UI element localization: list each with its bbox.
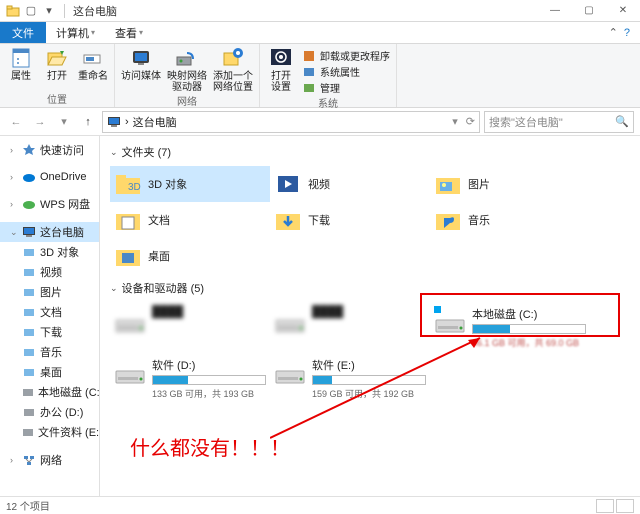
group-header-folders[interactable]: ⌄文件夹 (7) <box>110 144 630 160</box>
sidebar-item-quick-access[interactable]: ›快速访问 <box>0 140 99 160</box>
up-button[interactable]: ↑ <box>78 112 98 132</box>
add-location-button[interactable]: 添加一个 网络位置 <box>213 46 253 93</box>
folder-icon <box>6 4 20 18</box>
drive-icon <box>114 357 146 389</box>
qat-item[interactable]: ▾ <box>42 4 56 18</box>
folder-item[interactable]: 音乐 <box>430 202 590 238</box>
drive-item[interactable]: ████ <box>270 302 430 353</box>
statusbar: 12 个项目 <box>0 496 640 514</box>
drive-icon <box>274 357 306 389</box>
system-properties-button[interactable]: 系统属性 <box>302 64 390 79</box>
sidebar-item[interactable]: 3D 对象 <box>0 242 99 262</box>
properties-button[interactable]: 属性 <box>6 46 36 82</box>
folder-item[interactable]: 3D3D 对象 <box>110 166 270 202</box>
maximize-button[interactable]: ▢ <box>572 0 606 22</box>
ribbon-group-label: 网络 <box>121 93 253 109</box>
sidebar-item[interactable]: 文档 <box>0 302 99 322</box>
tab-view[interactable]: 查看▾ <box>105 22 153 43</box>
status-count: 12 个项目 <box>6 498 50 513</box>
recent-button[interactable]: ▾ <box>54 112 74 132</box>
ribbon: 属性 打开 重命名 位置 访问媒体 映射网络 驱动器 <box>0 44 640 108</box>
annotation-box <box>420 293 620 337</box>
help-icon[interactable]: ? <box>624 27 630 39</box>
folder-item[interactable]: 下载 <box>270 202 430 238</box>
drive-icon <box>274 306 306 338</box>
pc-icon <box>107 115 121 129</box>
ribbon-group-label: 系统 <box>266 95 390 111</box>
sidebar-item[interactable]: 图片 <box>0 282 99 302</box>
sidebar-item[interactable]: 办公 (D:) <box>0 402 99 422</box>
search-input[interactable]: 搜索"这台电脑" 🔍 <box>484 111 634 133</box>
annotation-text: 什么都没有！！！ <box>130 432 290 461</box>
svg-text:3D: 3D <box>128 182 141 193</box>
drive-item[interactable]: 软件 (D:)133 GB 可用，共 193 GB <box>110 353 270 404</box>
sidebar-item[interactable]: 本地磁盘 (C:) <box>0 382 99 402</box>
navbar: ← → ▾ ↑ › 这台电脑 ▾ ⟳ 搜索"这台电脑" 🔍 <box>0 108 640 136</box>
rename-button[interactable]: 重命名 <box>78 46 108 82</box>
minimize-button[interactable]: — <box>538 0 572 22</box>
window-controls: — ▢ ✕ <box>538 0 640 22</box>
uninstall-programs-button[interactable]: 卸载或更改程序 <box>302 48 390 63</box>
ribbon-tabs: 文件 计算机▾ 查看▾ ⌃ ? <box>0 22 640 44</box>
folder-item[interactable]: 文档 <box>110 202 270 238</box>
window-title: 这台电脑 <box>73 3 117 19</box>
drive-item[interactable]: ████ <box>110 302 270 353</box>
sidebar-item[interactable]: 音乐 <box>0 342 99 362</box>
sidebar: ›快速访问 ›OneDrive ›WPS 网盘 ⌄这台电脑 3D 对象视频图片文… <box>0 136 100 496</box>
qat-item[interactable]: ▢ <box>24 4 38 18</box>
sidebar-item-wps[interactable]: ›WPS 网盘 <box>0 194 99 214</box>
titlebar: ▢ ▾ 这台电脑 — ▢ ✕ <box>0 0 640 22</box>
close-button[interactable]: ✕ <box>606 0 640 22</box>
back-button[interactable]: ← <box>6 112 26 132</box>
drive-item[interactable]: 软件 (E:)159 GB 可用，共 192 GB <box>270 353 430 404</box>
manage-button[interactable]: 管理 <box>302 80 390 95</box>
search-icon: 🔍 <box>615 115 629 128</box>
forward-button[interactable]: → <box>30 112 50 132</box>
access-media-button[interactable]: 访问媒体 <box>121 46 161 82</box>
folder-item[interactable]: 桌面 <box>110 238 270 274</box>
refresh-icon[interactable]: ⟳ <box>466 115 475 128</box>
content-pane: ⌄文件夹 (7) 3D3D 对象视频图片文档下载音乐桌面 ⌄设备和驱动器 (5)… <box>100 136 640 496</box>
open-button[interactable]: 打开 <box>42 46 72 82</box>
sidebar-item-onedrive[interactable]: ›OneDrive <box>0 168 99 186</box>
sidebar-item[interactable]: 文件资料 (E:) <box>0 422 99 442</box>
map-drive-button[interactable]: 映射网络 驱动器 <box>167 46 207 93</box>
ribbon-group-label: 位置 <box>6 91 108 107</box>
open-settings-button[interactable]: 打开 设置 <box>266 46 296 93</box>
view-icons-button[interactable] <box>616 499 634 513</box>
sidebar-item-this-pc[interactable]: ⌄这台电脑 <box>0 222 99 242</box>
folder-item[interactable]: 视频 <box>270 166 430 202</box>
drive-icon <box>114 306 146 338</box>
ribbon-collapse-icon[interactable]: ⌃ <box>609 26 618 39</box>
sidebar-item[interactable]: 桌面 <box>0 362 99 382</box>
view-details-button[interactable] <box>596 499 614 513</box>
breadcrumb[interactable]: › 这台电脑 ▾ ⟳ <box>102 111 480 133</box>
tab-file[interactable]: 文件 <box>0 22 46 43</box>
sidebar-item[interactable]: 下载 <box>0 322 99 342</box>
folder-item[interactable]: 图片 <box>430 166 590 202</box>
sidebar-item[interactable]: 视频 <box>0 262 99 282</box>
tab-computer[interactable]: 计算机▾ <box>46 22 105 43</box>
sidebar-item-network[interactable]: ›网络 <box>0 450 99 470</box>
